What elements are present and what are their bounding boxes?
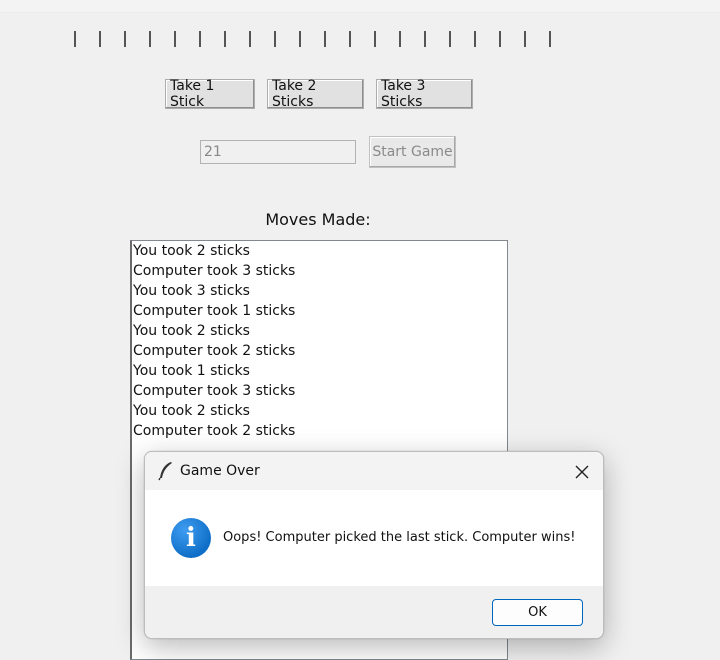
list-item: Computer took 2 sticks	[133, 343, 296, 359]
take-1-stick-button[interactable]: Take 1 Stick	[165, 78, 255, 110]
start-game-button[interactable]: Start Game	[369, 136, 456, 168]
game-over-dialog: Game Over i Oops! Computer picked the la…	[144, 451, 604, 639]
dialog-title-bar: Game Over	[145, 452, 603, 490]
take-3-sticks-button[interactable]: Take 3 Sticks	[376, 78, 473, 110]
list-item: Computer took 1 sticks	[133, 303, 296, 319]
ok-button[interactable]: OK	[492, 599, 583, 626]
list-item: Computer took 2 sticks	[133, 423, 296, 439]
stick	[374, 31, 376, 47]
top-strip	[0, 0, 720, 13]
list-item: You took 2 sticks	[133, 243, 250, 259]
list-item: You took 3 sticks	[133, 283, 250, 299]
stick	[349, 31, 351, 47]
stick	[149, 31, 151, 47]
stick	[324, 31, 326, 47]
stick	[399, 31, 401, 47]
stick	[99, 31, 101, 47]
stick	[274, 31, 276, 47]
stick	[424, 31, 426, 47]
stick	[124, 31, 126, 47]
feather-icon	[157, 461, 175, 481]
stick	[224, 31, 226, 47]
stick	[299, 31, 301, 47]
sticks-count-entry[interactable]: 21	[200, 140, 356, 164]
stick	[74, 31, 76, 47]
stick	[199, 31, 201, 47]
take-2-sticks-button[interactable]: Take 2 Sticks	[267, 78, 364, 110]
stick	[249, 31, 251, 47]
dialog-title: Game Over	[180, 463, 260, 479]
list-item: Computer took 3 sticks	[133, 383, 296, 399]
moves-made-label: Moves Made:	[265, 210, 371, 229]
stick	[174, 31, 176, 47]
stick	[449, 31, 451, 47]
close-icon[interactable]	[571, 461, 593, 483]
list-item: Computer took 3 sticks	[133, 263, 296, 279]
stick	[524, 31, 526, 47]
list-item: You took 2 sticks	[133, 323, 250, 339]
list-item: You took 2 sticks	[133, 403, 250, 419]
list-item: You took 1 sticks	[133, 363, 250, 379]
dialog-message: Oops! Computer picked the last stick. Co…	[223, 530, 576, 545]
dialog-footer: OK	[145, 586, 603, 638]
stick	[474, 31, 476, 47]
stick	[549, 31, 551, 47]
info-icon: i	[171, 518, 211, 558]
stick	[499, 31, 501, 47]
